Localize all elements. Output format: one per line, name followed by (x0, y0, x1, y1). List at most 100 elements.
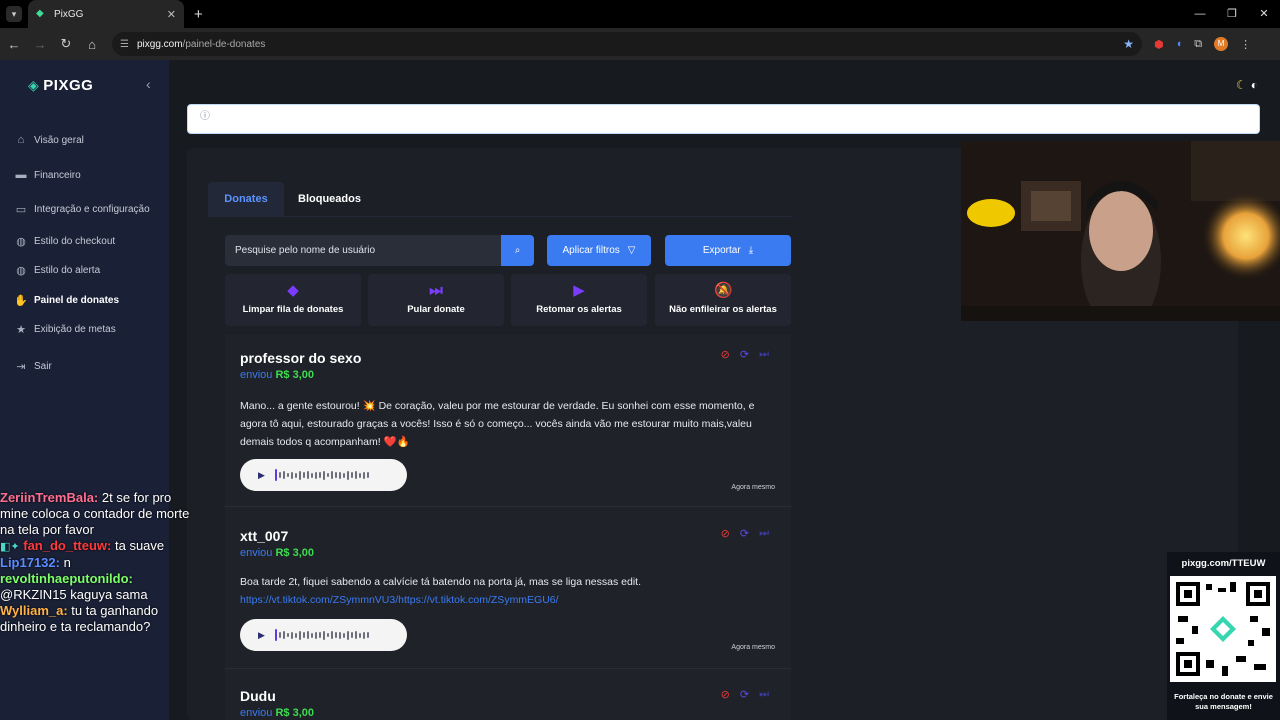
tab-search-icon[interactable]: ▾ (6, 6, 22, 22)
star-icon: ★ (16, 324, 26, 336)
bookmark-star-icon[interactable]: ★ (1123, 37, 1134, 51)
home-icon[interactable]: ⌂ (80, 37, 104, 52)
search-input[interactable]: Pesquise pelo nome de usuário (225, 235, 501, 266)
url-input[interactable]: ☰ pixgg.com/painel-de-donates ★ (112, 32, 1142, 56)
block-icon[interactable]: ⊘ (721, 688, 730, 701)
webcam-overlay (961, 141, 1280, 321)
donor-name: professor do sexo (240, 350, 362, 366)
sidebar-item-visao-geral[interactable]: ⌂ Visão geral (14, 134, 84, 146)
replay-icon[interactable]: ⟳ (740, 688, 749, 701)
audio-player[interactable]: ▶ (240, 459, 407, 491)
replay-icon[interactable]: ⟳ (740, 348, 749, 361)
reload-icon[interactable]: ↻ (54, 36, 78, 52)
donate-amount-line: enviou R$ 3,00 (240, 547, 314, 559)
sidebar-item-label: Financeiro (34, 169, 81, 181)
chat-message: Lip17132: n (0, 555, 190, 571)
info-banner: ⓘ (187, 104, 1260, 134)
close-tab-icon[interactable]: ✕ (167, 8, 176, 21)
waveform-bar (298, 470, 301, 480)
browser-tab-bar: ▾ ◆ PixGG ✕ + — ❐ ✕ (0, 0, 1280, 28)
waveform-bar (302, 632, 305, 638)
browser-tab[interactable]: ◆ PixGG ✕ (28, 0, 184, 28)
chat-user: Wylliam_a: (0, 603, 68, 618)
play-icon[interactable]: ▶ (258, 470, 265, 481)
waveform-bar (282, 631, 285, 639)
apply-filters-button[interactable]: Aplicar filtros ▽ (547, 235, 651, 266)
sidebar-item-painel-donates[interactable]: ✋ Painel de donates (14, 294, 119, 307)
waveform-bar (298, 630, 301, 640)
audio-player[interactable]: ▶ (240, 619, 407, 651)
collapse-sidebar-icon[interactable]: ‹ (146, 76, 151, 92)
waveform-bar (302, 472, 305, 478)
waveform-bar (318, 632, 321, 638)
close-window-icon[interactable]: ✕ (1248, 0, 1280, 28)
dont-queue-alerts-button[interactable]: 🔕 Não enfileirar os alertas (655, 274, 791, 326)
action-label: Pular donate (407, 304, 465, 315)
skip-icon[interactable]: ⏭ (759, 348, 769, 361)
waveform-bar (350, 472, 353, 478)
waveform-bar (358, 472, 361, 478)
extension-shield-icon[interactable]: ⬢ (1154, 38, 1164, 51)
waveform-bar (334, 632, 337, 638)
waveform-bar (342, 472, 345, 478)
tab-bloqueados[interactable]: Bloqueados (298, 182, 361, 216)
waveform-bar (306, 471, 309, 479)
skip-icon[interactable]: ⏭ (759, 688, 769, 701)
extensions-area: ⬢ ◖ ⧉ M ⋮ (1154, 37, 1251, 51)
donate-icon: ✋ (14, 295, 28, 307)
donate-item: professor do sexo enviou R$ 3,00 ⊘ ⟳ ⏭ M… (225, 335, 791, 507)
filters-label: Aplicar filtros (562, 245, 620, 256)
sidebar-item-sair[interactable]: ⇥ Sair (14, 360, 51, 373)
skip-donate-button[interactable]: ⏭ Pular donate (368, 274, 504, 326)
sidebar-item-label: Integração e configuração (34, 204, 150, 215)
waveform-bar (354, 631, 357, 639)
plug-icon: ▭ (15, 204, 27, 216)
sidebar-item-exibicao-metas[interactable]: ★ Exibição de metas (14, 323, 116, 336)
theme-toggle[interactable]: ☾ ◐ (1236, 78, 1258, 92)
sidebar-item-estilo-alerta[interactable]: ◍ Estilo do alerta (14, 264, 100, 277)
clear-queue-button[interactable]: ◆ Limpar fila de donates (225, 274, 361, 326)
waveform-bar (350, 632, 353, 638)
logo-text: PIXGG (43, 77, 94, 94)
waveform (274, 469, 369, 481)
wallet-icon: ▬ (15, 169, 27, 181)
minimize-icon[interactable]: — (1184, 0, 1216, 28)
profile-avatar[interactable]: M (1214, 37, 1229, 51)
block-icon[interactable]: ⊘ (721, 348, 730, 361)
sidebar-item-financeiro[interactable]: ▬ Financeiro (14, 169, 81, 181)
waveform-bar (326, 473, 329, 477)
pixgg-favicon-icon: ◆ (36, 8, 44, 19)
restore-icon[interactable]: ❐ (1216, 0, 1248, 28)
extensions-puzzle-icon[interactable]: ⧉ (1194, 38, 1202, 51)
sidebar-item-label: Estilo do checkout (34, 236, 116, 247)
new-tab-icon[interactable]: + (194, 6, 203, 23)
logo[interactable]: ◈ PIXGG (28, 77, 93, 94)
donate-amount-line: enviou R$ 3,00 (240, 369, 314, 381)
sidebar-item-estilo-checkout[interactable]: ◍ Estilo do checkout (14, 235, 115, 248)
tab-donates[interactable]: Donates (208, 182, 284, 216)
waveform-bar (346, 470, 349, 480)
resume-alerts-button[interactable]: ▶ Retomar os alertas (511, 274, 647, 326)
tab-title: PixGG (54, 8, 84, 20)
donor-name: Dudu (240, 688, 276, 704)
export-button[interactable]: Exportar ⤓ (665, 235, 791, 266)
site-info-icon[interactable]: ☰ (120, 39, 129, 50)
chat-message: Wylliam_a: tu ta ganhando dinheiro e ta … (0, 603, 190, 635)
block-icon[interactable]: ⊘ (721, 527, 730, 540)
donate-actions: ⊘ ⟳ ⏭ (721, 348, 769, 361)
skip-icon[interactable]: ⏭ (759, 527, 769, 540)
tabs: Donates Bloqueados (208, 182, 793, 216)
chat-text: @RKZIN15 kaguya sama (0, 587, 148, 602)
replay-icon[interactable]: ⟳ (740, 527, 749, 540)
sidebar-item-integracao[interactable]: ▭ Integração e configuração (14, 203, 150, 216)
webcam-image (961, 141, 1280, 321)
play-icon[interactable]: ▶ (258, 630, 265, 641)
browser-menu-icon[interactable]: ⋮ (1240, 38, 1251, 51)
donate-link[interactable]: https://vt.tiktok.com/ZSymmnVU3/https://… (240, 591, 780, 609)
back-icon[interactable]: ← (2, 37, 26, 52)
waveform-bar (294, 632, 297, 638)
waveform-bar (290, 631, 293, 639)
forward-icon[interactable]: → (28, 37, 52, 52)
extension-wave-icon[interactable]: ◖ (1176, 38, 1183, 50)
search-button[interactable]: ⌕ (501, 235, 534, 266)
